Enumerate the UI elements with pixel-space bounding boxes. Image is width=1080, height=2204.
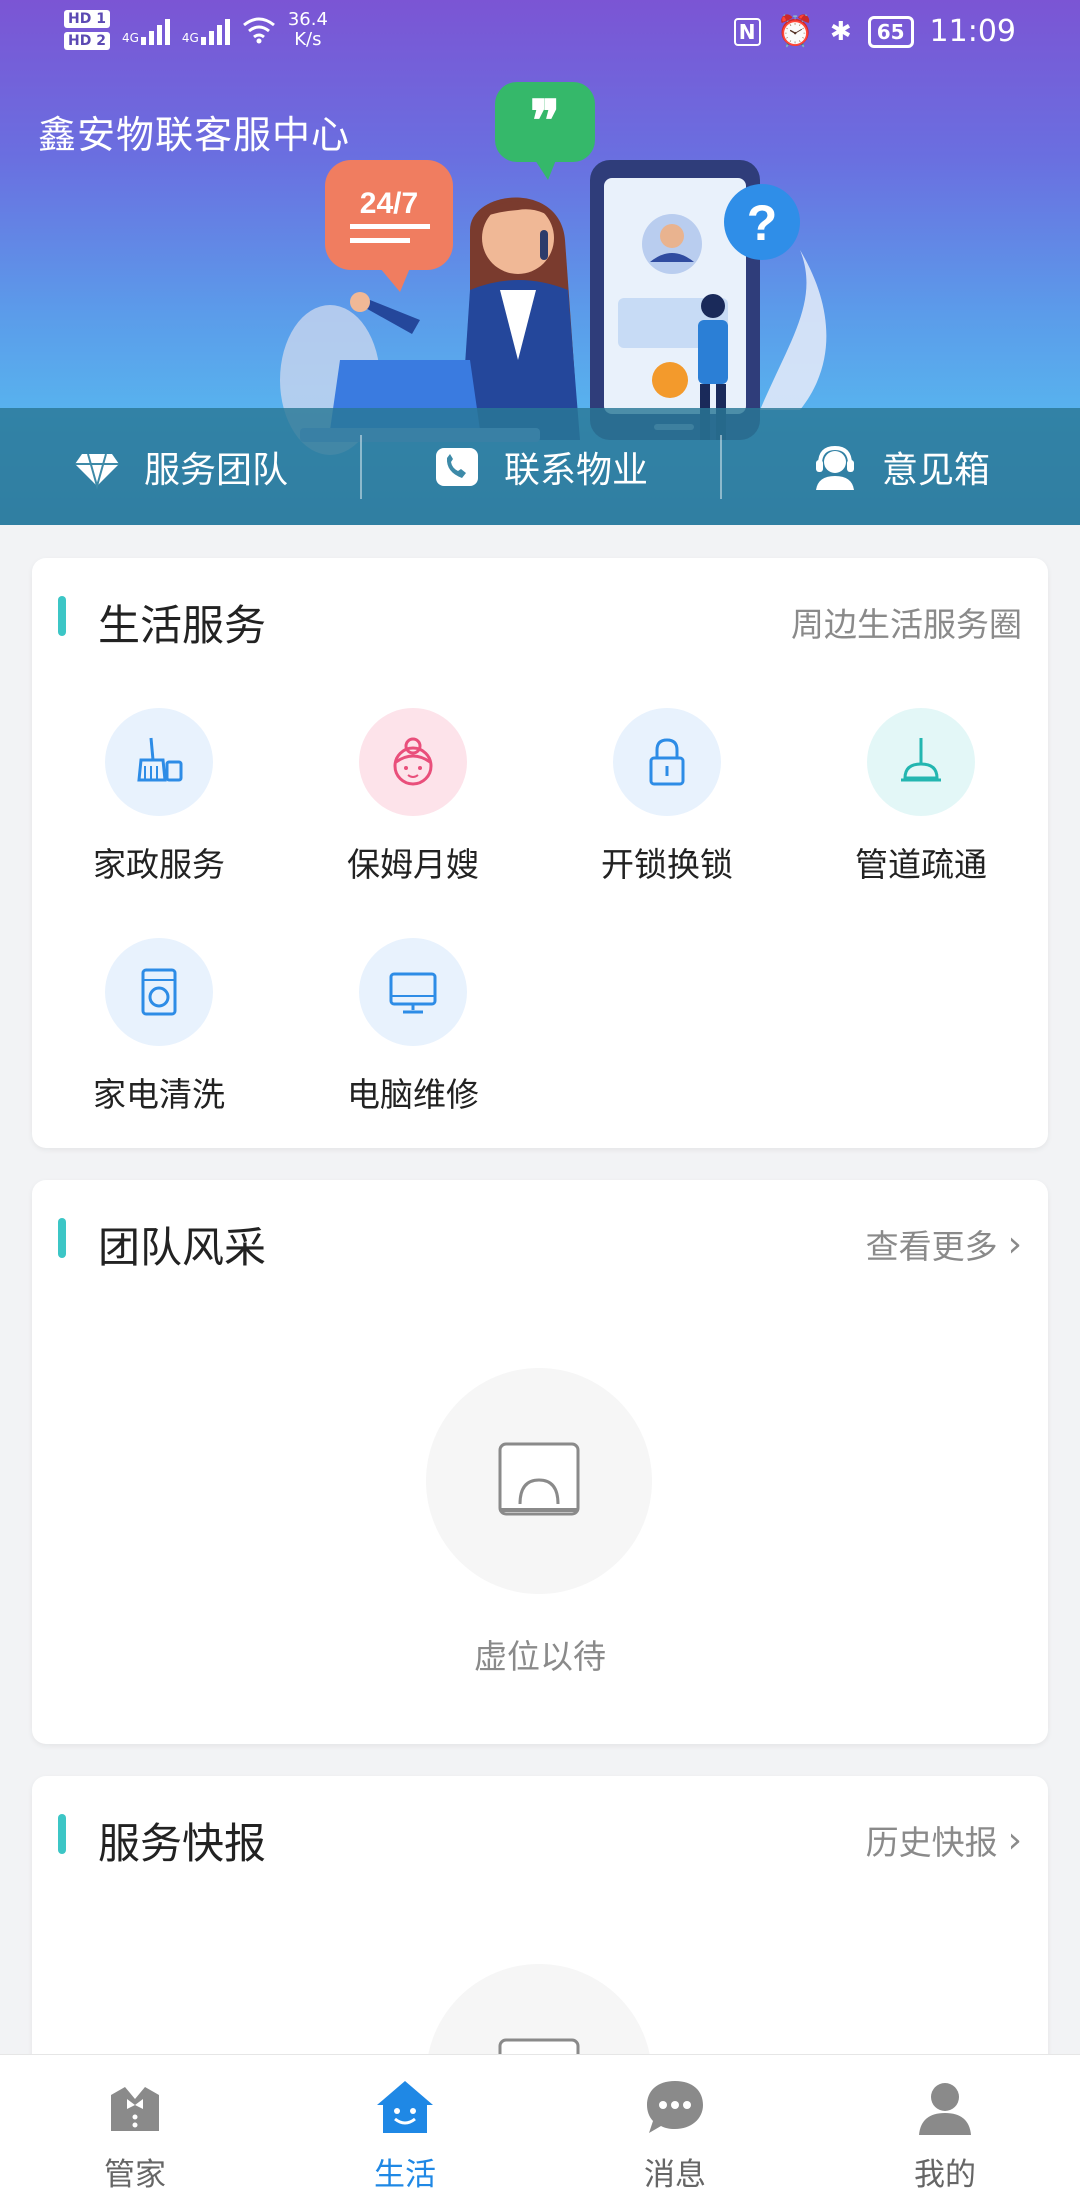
empty-box-icon <box>498 1442 580 1516</box>
nanny-icon <box>393 737 433 786</box>
team-card: 团队风采 查看更多 › 虚位以待 <box>32 1180 1048 1744</box>
net2-label: 4G <box>181 31 199 45</box>
broom-icon <box>137 737 183 782</box>
chat-icon <box>647 2081 703 2133</box>
section-title: 团队风采 <box>98 1223 267 1272</box>
home-smile-icon <box>377 2081 433 2133</box>
tab-label: 消息 <box>644 2157 706 2193</box>
service-item-computer-repair[interactable]: 电脑维修 <box>313 938 513 1116</box>
hd1-badge: HD 1 <box>64 10 110 28</box>
washer-icon <box>141 968 177 1016</box>
bottom-tab-bar: 管家 生活 消息 我的 <box>0 2054 1080 2204</box>
signal2-icon <box>200 15 230 45</box>
service-item-pipe-unclog[interactable]: 管道疏通 <box>821 708 1021 886</box>
wifi-icon <box>242 17 275 44</box>
more-link-label: 查看更多 <box>865 1227 998 1266</box>
tab-life[interactable]: 生活 <box>270 2055 540 2204</box>
quick-action-label: 联系物业 <box>503 449 648 491</box>
user-icon <box>919 2083 971 2135</box>
section-accent-bar <box>58 1218 66 1258</box>
tab-label: 管家 <box>104 2157 166 2193</box>
service-item-locksmith[interactable]: 开锁换锁 <box>567 708 767 886</box>
quick-action-label: 服务团队 <box>143 449 288 491</box>
butler-icon <box>111 2087 159 2131</box>
service-item-appliance-cleaning[interactable]: 家电清洗 <box>59 938 259 1116</box>
alarm-icon: ⏰ <box>776 14 814 49</box>
net-speed-unit: K/s <box>294 29 322 50</box>
battery-indicator: 65 <box>867 15 914 48</box>
service-item-nanny[interactable]: 保姆月嫂 <box>313 708 513 886</box>
history-news-link[interactable]: 历史快报 › <box>866 1816 1022 1864</box>
status-bar: HD 1 HD 2 4G 4G 36.4 K/s N ⏰ ✱ 65 11:09 <box>0 0 1080 70</box>
hd2-badge: HD 2 <box>64 32 110 50</box>
lock-icon <box>649 738 685 786</box>
chevron-right-icon: › <box>1007 1223 1022 1265</box>
headset-icon <box>815 445 854 490</box>
section-accent-bar <box>58 596 66 636</box>
phone-icon <box>435 447 478 486</box>
svg-text:❞: ❞ <box>530 91 560 153</box>
service-label: 家电清洗 <box>93 1075 225 1114</box>
monitor-icon <box>389 972 437 1014</box>
diamond-icon <box>74 453 119 490</box>
quick-actions-bar: 服务团队 联系物业 意见箱 <box>0 408 1080 525</box>
tab-mine[interactable]: 我的 <box>810 2055 1080 2204</box>
more-link-label: 历史快报 <box>865 1823 998 1862</box>
hero-banner: 24/7 ❞ ? HD 1 HD 2 4G 4G 36.4 K/s N ⏰ ✱ … <box>0 0 1080 525</box>
tab-butler[interactable]: 管家 <box>0 2055 270 2204</box>
section-title: 服务快报 <box>98 1819 267 1868</box>
more-link-label: 周边生活服务圈 <box>791 605 1022 644</box>
view-more-link[interactable]: 查看更多 › <box>866 1220 1022 1268</box>
service-item-housekeeping[interactable]: 家政服务 <box>59 708 259 886</box>
bubble-24-7: 24/7 <box>360 187 418 220</box>
tab-label: 生活 <box>374 2157 436 2193</box>
tab-messages[interactable]: 消息 <box>540 2055 810 2204</box>
life-services-card: 生活服务 周边生活服务圈 家政服务 保姆月嫂 开锁换锁 管道疏通 家电清洗 电脑… <box>32 558 1048 1148</box>
net1-label: 4G <box>121 31 139 45</box>
section-accent-bar <box>58 1814 66 1854</box>
svg-text:?: ? <box>747 195 778 251</box>
bluetooth-icon: ✱ <box>829 16 852 47</box>
service-label: 家政服务 <box>93 845 225 884</box>
signal1-icon <box>140 15 170 45</box>
service-label: 开锁换锁 <box>601 845 733 884</box>
quick-action-suggestion-box[interactable]: 意见箱 <box>720 434 1080 499</box>
clock-time: 11:09 <box>929 14 1016 49</box>
tab-label: 我的 <box>914 2157 976 2193</box>
service-label: 保姆月嫂 <box>347 845 479 884</box>
section-title: 生活服务 <box>98 601 267 650</box>
quick-action-contact-property[interactable]: 联系物业 <box>360 434 720 499</box>
chevron-right-icon: › <box>1007 1819 1022 1861</box>
nearby-services-link[interactable]: 周边生活服务圈 <box>791 598 1022 646</box>
plunger-icon <box>901 738 941 782</box>
service-label: 管道疏通 <box>855 845 987 884</box>
nfc-icon: N <box>733 17 761 46</box>
page-title: 鑫安物联客服中心 <box>38 113 351 157</box>
quick-action-label: 意见箱 <box>881 449 990 491</box>
quick-action-service-team[interactable]: 服务团队 <box>0 441 360 493</box>
net-speed-value: 36.4 <box>287 9 328 30</box>
empty-text: 虚位以待 <box>474 1637 606 1676</box>
empty-placeholder <box>426 1368 652 1594</box>
service-label: 电脑维修 <box>347 1075 479 1114</box>
